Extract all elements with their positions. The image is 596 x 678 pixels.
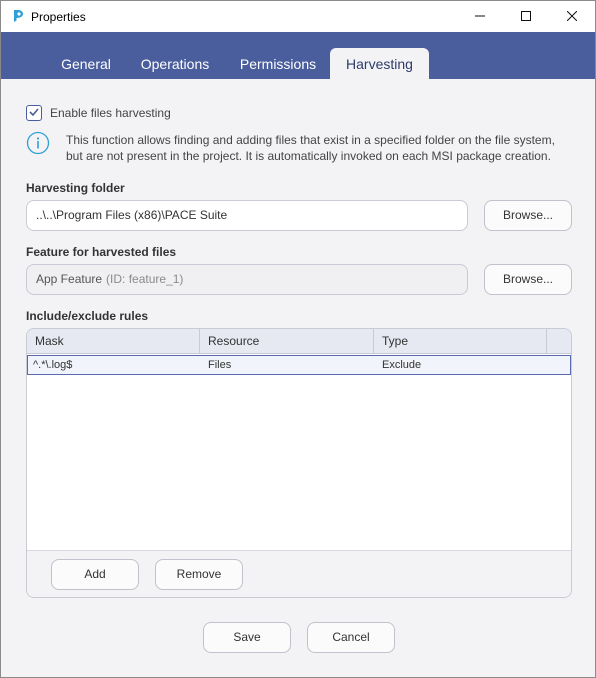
close-icon [566,10,578,24]
row-resource: Files [208,359,232,371]
row-type: Exclude [382,359,422,371]
checkmark-icon [28,106,40,121]
harvesting-panel: Enable files harvesting This function al… [1,79,595,677]
feature-id: (ID: feature_1) [106,272,184,286]
tab-harvesting[interactable]: Harvesting [330,48,429,79]
rules-grid: Mask Resource Type ^.*\.log$ Files Exclu… [26,328,572,598]
properties-window: Properties General Operations Permission… [0,0,596,678]
tab-operations[interactable]: Operations [131,48,219,79]
remove-rule-button[interactable]: Remove [155,559,243,590]
feature-value: App Feature [36,272,103,286]
column-header-type[interactable]: Type [374,329,547,353]
minimize-button[interactable] [457,1,503,32]
maximize-icon [521,10,531,24]
rules-label: Include/exclude rules [26,309,149,323]
title-bar: Properties [1,1,595,32]
tab-general[interactable]: General [49,48,123,79]
cancel-button[interactable]: Cancel [307,622,395,653]
tab-bar: General Operations Permissions Harvestin… [1,32,595,79]
grid-header: Mask Resource Type [27,329,571,354]
maximize-button[interactable] [503,1,549,32]
harvesting-folder-label: Harvesting folder [26,181,125,195]
feature-browse-button[interactable]: Browse... [484,264,572,295]
enable-harvesting-checkbox[interactable] [26,105,42,121]
enable-harvesting-label[interactable]: Enable files harvesting [50,106,171,120]
info-icon [26,131,50,155]
harvesting-folder-input[interactable]: ..\..\Program Files (x86)\PACE Suite [26,200,468,231]
pace-suite-logo-icon [11,9,25,23]
folder-browse-button[interactable]: Browse... [484,200,572,231]
window-title: Properties [31,10,86,24]
close-button[interactable] [549,1,595,32]
column-header-resource[interactable]: Resource [200,329,374,353]
feature-label: Feature for harvested files [26,245,177,259]
harvesting-folder-value: ..\..\Program Files (x86)\PACE Suite [36,208,228,222]
feature-field: App Feature (ID: feature_1) [26,264,468,295]
info-description: This function allows finding and adding … [66,133,555,163]
row-mask: ^.*\.log$ [33,359,73,371]
column-header-mask[interactable]: Mask [27,329,200,353]
add-rule-button[interactable]: Add [51,559,139,590]
save-button[interactable]: Save [203,622,291,653]
minimize-icon [475,10,485,24]
tab-permissions[interactable]: Permissions [229,48,327,79]
grid-footer: Add Remove [27,550,571,597]
table-row[interactable]: ^.*\.log$ Files Exclude [27,355,571,375]
